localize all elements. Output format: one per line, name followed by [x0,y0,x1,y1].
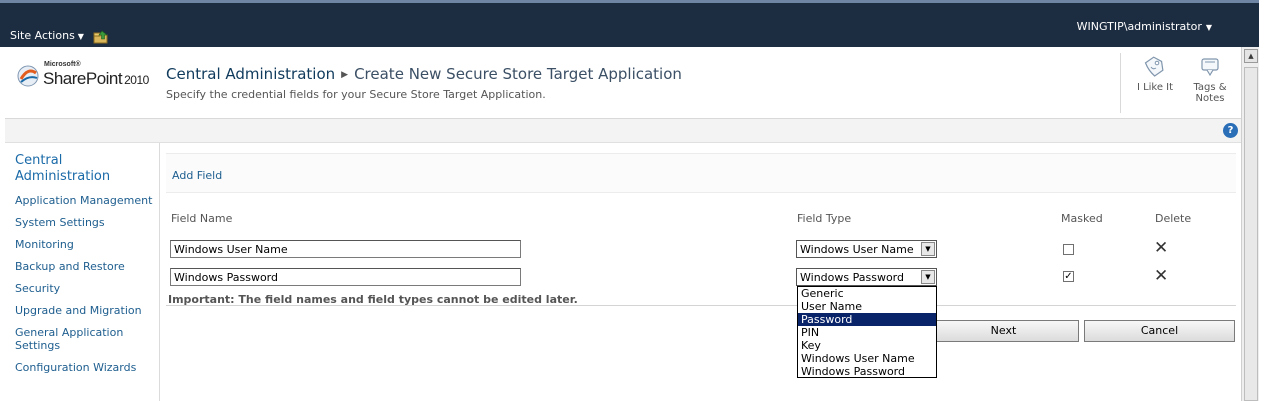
scroll-up-icon[interactable]: ▲ [1244,49,1258,63]
nav-item-general-application-settings[interactable]: General Application Settings [15,326,140,352]
nav-central-administration[interactable]: Central Administration [15,153,135,185]
sharepoint-logo[interactable]: Microsoft® SharePoint 2010 [15,59,160,99]
dropdown-option-password[interactable]: Password [798,313,936,326]
tags-notes-icon [1201,58,1219,77]
i-like-it-button[interactable]: I Like It [1130,54,1180,93]
column-header-masked: Masked [1061,212,1103,225]
cancel-button[interactable]: Cancel [1084,320,1235,342]
dropdown-option-generic[interactable]: Generic [798,287,936,300]
dropdown-option-windows-password[interactable]: Windows Password [798,365,936,378]
dropdown-option-windows-user-name[interactable]: Windows User Name [798,352,936,365]
masked-checkbox-checked[interactable]: ✓ [1063,271,1074,282]
user-menu[interactable]: WINGTIP\administrator ▼ [1077,20,1212,33]
page-title: Create New Secure Store Target Applicati… [354,65,682,83]
main-content: Add Field Field Name Field Type Masked D… [161,143,1241,401]
delete-icon[interactable]: ✕ [1154,268,1168,285]
header-divider [1120,53,1121,113]
divider [166,305,1236,306]
logo-microsoft-text: Microsoft® [44,61,81,68]
nav-item-application-management[interactable]: Application Management [15,194,157,207]
field-type-value: Windows User Name [800,243,914,256]
vertical-scrollbar[interactable]: ▲ [1241,47,1259,401]
site-actions-label: Site Actions [10,29,75,42]
page-description: Specify the credential fields for your S… [166,88,546,101]
add-field-toolbar: Add Field [166,153,1236,193]
logo-product-text: SharePoint 2010 [43,69,149,89]
tags-label-line1: Tags & [1193,82,1227,93]
column-header-field-name: Field Name [171,212,233,225]
nav-item-upgrade-and-migration[interactable]: Upgrade and Migration [15,304,157,317]
dropdown-option-user-name[interactable]: User Name [798,300,936,313]
status-bar: ? [5,119,1241,143]
chevron-down-icon: ▼ [77,32,84,41]
add-field-link[interactable]: Add Field [172,169,222,182]
nav-item-backup-and-restore[interactable]: Backup and Restore [15,260,157,273]
field-name-input[interactable]: Windows Password [170,268,521,286]
page-header: Microsoft® SharePoint 2010 Central Admini… [5,47,1241,119]
breadcrumb-separator-icon: ▶ [341,70,349,80]
field-name-input[interactable]: Windows User Name [170,240,521,258]
chevron-down-icon: ▼ [1205,23,1212,32]
chevron-down-icon: ▼ [921,270,935,284]
masked-checkbox[interactable] [1063,244,1074,255]
sharepoint-logo-icon [17,65,39,87]
nav-item-system-settings[interactable]: System Settings [15,216,157,229]
help-icon[interactable]: ? [1223,123,1238,138]
navigate-up-icon[interactable] [93,30,109,44]
column-header-delete: Delete [1155,212,1192,225]
user-name: WINGTIP\administrator [1076,20,1202,33]
breadcrumb: Central Administration ▶ Create New Secure… [166,65,682,83]
like-label: I Like It [1136,82,1174,93]
quick-launch: Central Administration Application Manag… [5,143,160,401]
next-button[interactable]: Next [928,320,1079,342]
tags-label-line2: Notes [1195,93,1225,104]
tags-and-notes-button[interactable]: Tags & Notes [1185,54,1235,104]
breadcrumb-root-link[interactable]: Central Administration [166,65,335,83]
nav-item-configuration-wizards[interactable]: Configuration Wizards [15,361,157,374]
scrollbar-thumb[interactable] [1244,67,1258,401]
delete-icon[interactable]: ✕ [1154,240,1168,257]
logo-product-name: SharePoint [43,69,123,88]
field-type-select[interactable]: Windows Password ▼ [796,268,937,286]
logo-year: 2010 [124,73,149,87]
site-actions-menu[interactable]: Site Actions ▼ [10,29,84,42]
dropdown-option-key[interactable]: Key [798,339,936,352]
field-type-value: Windows Password [800,271,904,284]
chevron-down-icon: ▼ [921,242,935,256]
field-type-select[interactable]: Windows User Name ▼ [796,240,937,258]
like-tag-icon [1144,56,1164,77]
window-edge [1259,0,1264,401]
app-window: Site Actions ▼ WINGTIP\administrator ▼ Mic… [0,0,1264,401]
top-ribbon: Site Actions ▼ WINGTIP\administrator ▼ [0,0,1264,47]
nav-item-security[interactable]: Security [15,282,157,295]
dropdown-option-pin[interactable]: PIN [798,326,936,339]
field-type-dropdown-list: Generic User Name Password PIN Key Windo… [797,286,937,378]
nav-item-monitoring[interactable]: Monitoring [15,238,157,251]
column-header-field-type: Field Type [797,212,852,225]
